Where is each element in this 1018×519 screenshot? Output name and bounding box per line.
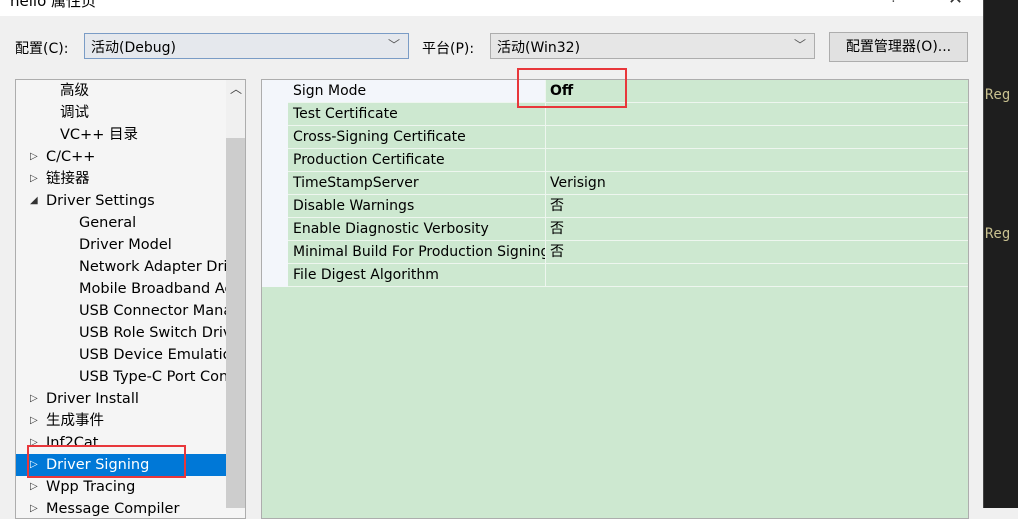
highlight-box (27, 445, 186, 478)
platform-dropdown[interactable]: 活动(Win32) ﹀ (490, 33, 815, 59)
property-value[interactable]: 否 (547, 241, 564, 263)
property-name: Disable Warnings (288, 195, 546, 217)
tree-item-label: Mobile Broadband Adapter (79, 281, 245, 297)
collapsed-arrow-icon[interactable]: ▷ (30, 498, 38, 518)
tree-item[interactable]: General (16, 212, 226, 234)
expanded-arrow-icon[interactable]: ◢ (30, 190, 38, 212)
tree-item[interactable]: VC++ 目录 (16, 124, 226, 146)
collapsed-arrow-icon[interactable]: ▷ (30, 168, 38, 190)
tree-item[interactable]: ▷ 链接器 (16, 168, 226, 190)
window-title: hello 属性页 (10, 0, 97, 10)
property-row[interactable]: Disable Warnings 否 (262, 195, 968, 218)
config-label: 配置(C): (15, 41, 69, 57)
collapsed-arrow-icon[interactable]: ▷ (30, 146, 38, 168)
tree-item-label: Driver Model (79, 237, 172, 253)
tree-item-label: VC++ 目录 (60, 127, 138, 143)
tree-item-label: USB Type-C Port Controller (79, 369, 245, 385)
tree-item[interactable]: USB Connector Manager (16, 300, 245, 322)
row-gutter (262, 195, 288, 218)
scroll-up-icon[interactable]: ︿ (230, 80, 242, 97)
property-name: Cross-Signing Certificate (288, 126, 546, 148)
property-name: TimeStampServer (288, 172, 546, 194)
row-gutter (262, 264, 288, 287)
tree-item-label: Network Adapter Driver (79, 259, 246, 275)
tree-item-label: Wpp Tracing (46, 479, 136, 495)
platform-label: 平台(P): (422, 41, 475, 57)
highlight-box (517, 68, 627, 108)
property-row[interactable]: Minimal Build For Production Signing 否 (262, 241, 968, 264)
property-name: Test Certificate (288, 103, 546, 125)
tree-item[interactable]: ▷ Wpp Tracing (16, 476, 226, 498)
row-gutter (262, 103, 288, 126)
chevron-down-icon: ﹀ (387, 38, 400, 52)
property-name: Production Certificate (288, 149, 546, 171)
property-value[interactable]: 否 (547, 218, 564, 240)
property-name: File Digest Algorithm (288, 264, 546, 286)
tree-item[interactable]: ▷ 生成事件 (16, 410, 226, 432)
property-value[interactable]: 否 (547, 195, 564, 217)
tree-item-label: USB Role Switch Driver (79, 325, 246, 341)
property-grid[interactable]: Sign Mode Off Test Certificate Cross-Signin… (261, 79, 969, 519)
help-button[interactable]: ? (890, 0, 897, 6)
tree-item[interactable]: ▷ C/C++ (16, 146, 226, 168)
property-row[interactable]: TimeStampServer Verisign (262, 172, 968, 195)
row-gutter (262, 218, 288, 241)
tree-item-label: Message Compiler (46, 501, 180, 517)
row-gutter (262, 80, 288, 103)
property-name: Sign Mode (288, 80, 546, 102)
property-name: Minimal Build For Production Signing (288, 241, 546, 263)
tree-item[interactable]: Mobile Broadband Adapter (16, 278, 245, 300)
property-row[interactable]: Cross-Signing Certificate (262, 126, 968, 149)
property-row[interactable]: Enable Diagnostic Verbosity 否 (262, 218, 968, 241)
row-gutter (262, 149, 288, 172)
row-gutter (262, 126, 288, 149)
tree-item[interactable]: USB Type-C Port Controller (16, 366, 245, 388)
tree-item-label: 链接器 (46, 171, 90, 187)
platform-value: 活动(Win32) (497, 40, 581, 56)
tree-item[interactable]: USB Device Emulation (16, 344, 241, 366)
config-dropdown[interactable]: 活动(Debug) ﹀ (84, 33, 409, 59)
chevron-down-icon: ﹀ (793, 38, 806, 52)
tree-item[interactable]: ◢ Driver Settings (16, 190, 226, 212)
tree-item-label: Driver Install (46, 391, 139, 407)
row-gutter (262, 172, 288, 195)
tree-item-label: 生成事件 (46, 413, 104, 429)
property-row[interactable]: File Digest Algorithm (262, 264, 968, 287)
tree-item-label: C/C++ (46, 149, 96, 165)
tree-item[interactable]: 高级 (16, 80, 226, 102)
tree-item[interactable]: 调试 (16, 102, 226, 124)
tree-item-label: USB Connector Manager (79, 303, 246, 319)
config-value: 活动(Debug) (91, 40, 176, 56)
editor-text: Reg (985, 226, 1011, 242)
property-row[interactable]: Production Certificate (262, 149, 968, 172)
title-bar (0, 0, 983, 16)
code-editor-background (983, 0, 1018, 508)
tree-item-label: General (79, 215, 137, 231)
tree-item[interactable]: USB Role Switch Driver (16, 322, 245, 344)
scrollbar-thumb[interactable] (226, 138, 245, 508)
tree-item-label: Driver Settings (46, 193, 155, 209)
editor-text: Reg (985, 87, 1011, 103)
tree-item[interactable]: ▷ Message Compiler (16, 498, 226, 518)
tree-item-label: USB Device Emulation (79, 347, 241, 363)
tree-item[interactable]: ▷ Driver Install (16, 388, 226, 410)
config-manager-button[interactable]: 配置管理器(O)... (829, 32, 968, 62)
tree-item-label: 高级 (60, 83, 89, 99)
close-button[interactable]: ✕ (948, 0, 963, 9)
collapsed-arrow-icon[interactable]: ▷ (30, 410, 38, 432)
property-value[interactable]: Verisign (547, 172, 606, 194)
collapsed-arrow-icon[interactable]: ▷ (30, 388, 38, 410)
collapsed-arrow-icon[interactable]: ▷ (30, 476, 38, 498)
tree-item[interactable]: Network Adapter Driver (16, 256, 245, 278)
tree-item[interactable]: Driver Model (16, 234, 226, 256)
row-gutter (262, 241, 288, 264)
tree-item-label: 调试 (60, 105, 89, 121)
property-name: Enable Diagnostic Verbosity (288, 218, 546, 240)
